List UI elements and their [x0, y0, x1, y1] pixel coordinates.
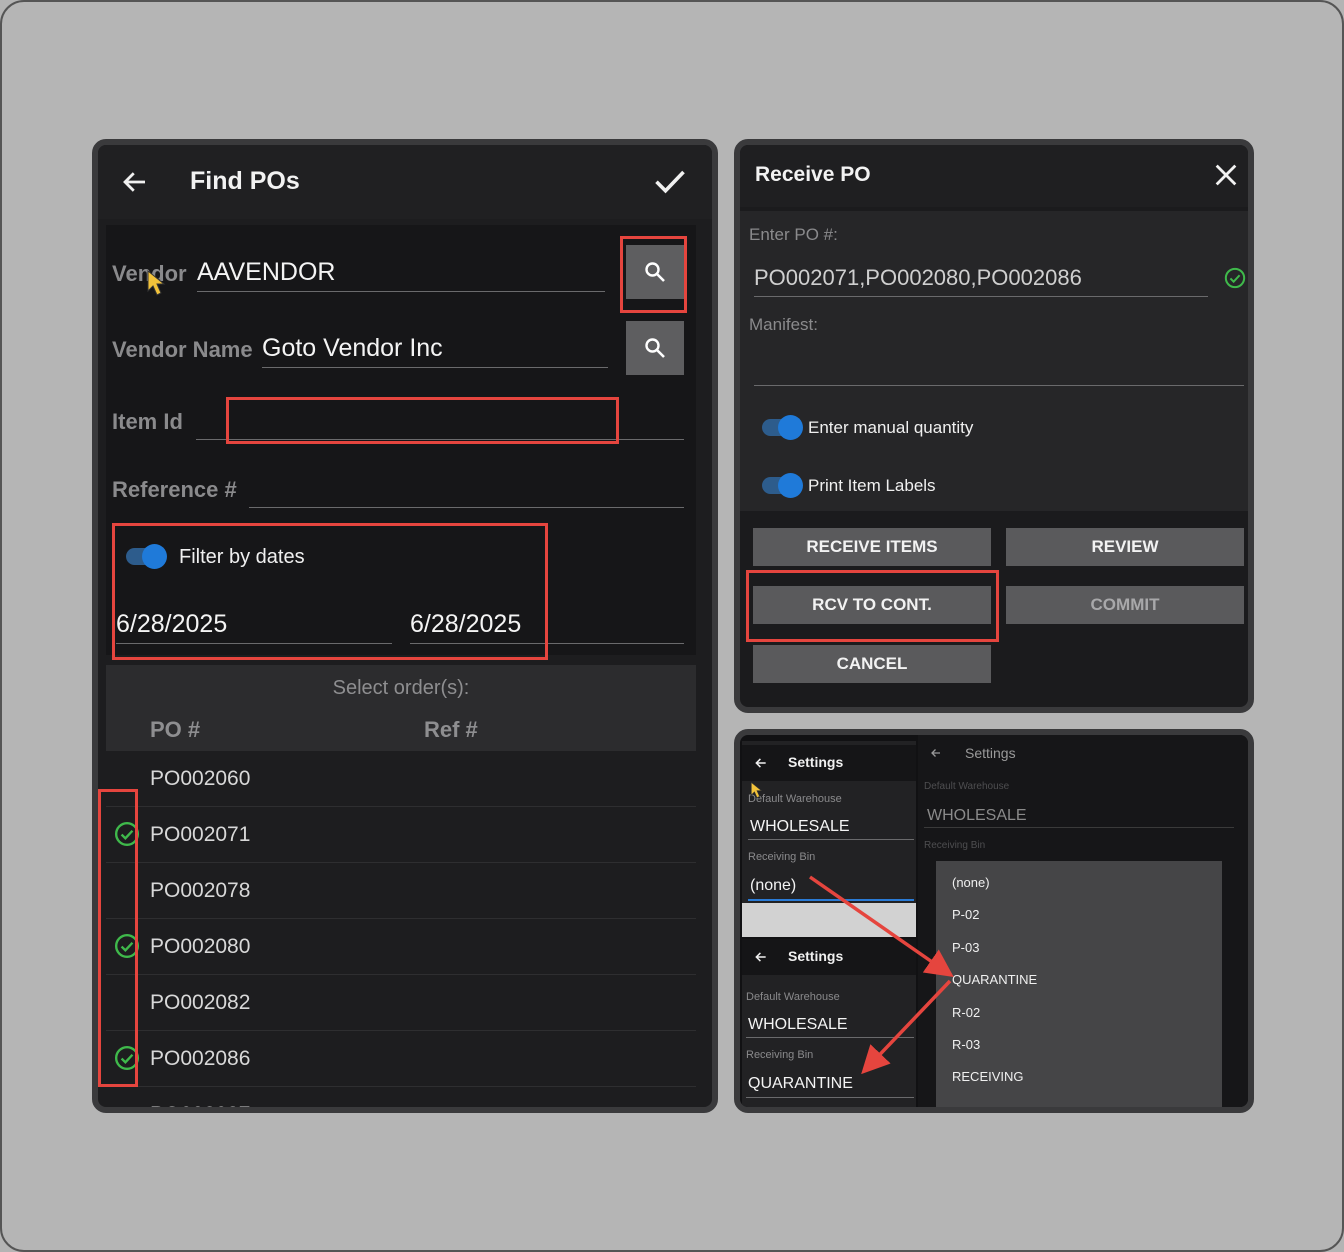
- table-row[interactable]: PO002087: [106, 1087, 696, 1107]
- po-number: PO002060: [150, 767, 251, 790]
- enter-po-label: Enter PO #:: [749, 225, 838, 244]
- vendor-name-input[interactable]: Goto Vendor Inc: [262, 334, 443, 363]
- reference-underline: [249, 507, 684, 508]
- po-number: PO002071: [150, 823, 251, 846]
- receive-po-header: Receive PO: [740, 145, 1248, 207]
- vendor-underline: [197, 291, 605, 292]
- manual-quantity-label: Enter manual quantity: [808, 418, 974, 437]
- highlight-vendor-search: [620, 236, 687, 313]
- manifest-label: Manifest:: [749, 315, 818, 334]
- table-row[interactable]: PO002080: [106, 919, 696, 975]
- arrow-to-quarantine: [809, 875, 954, 977]
- vendor-name-search-button[interactable]: [626, 321, 684, 375]
- cursor-pointer-icon: [147, 269, 166, 296]
- page-title: Find POs: [190, 167, 300, 195]
- commit-button[interactable]: COMMIT: [1006, 586, 1244, 624]
- checkmark-icon[interactable]: [650, 163, 690, 199]
- item-id-label: Item Id: [112, 409, 183, 434]
- table-row[interactable]: PO002060: [106, 751, 696, 807]
- back-arrow-icon[interactable]: [120, 167, 150, 197]
- column-po: PO #: [150, 717, 201, 742]
- search-icon: [645, 338, 665, 358]
- find-pos-appbar: Find POs: [98, 145, 712, 219]
- settings-panel: Settings Default Warehouse WHOLESALE Rec…: [734, 729, 1254, 1113]
- highlight-rcv-to-cont: [746, 570, 999, 642]
- cancel-button[interactable]: CANCEL: [753, 645, 991, 683]
- select-orders-caption: Select order(s):: [332, 677, 470, 699]
- arrow-to-result: [861, 979, 952, 1075]
- vendor-name-label: Vendor Name: [112, 337, 253, 362]
- receive-po-panel: Receive PO Enter PO #: PO002071,PO002080…: [734, 139, 1254, 713]
- table-row[interactable]: PO002082: [106, 975, 696, 1031]
- vendor-name-underline: [262, 367, 608, 368]
- reference-label: Reference #: [112, 477, 237, 502]
- print-labels-label: Print Item Labels: [808, 476, 936, 495]
- po-number-underline: [754, 296, 1208, 297]
- vendor-input[interactable]: AAVENDOR: [197, 258, 335, 287]
- valid-check-icon: [1224, 267, 1246, 289]
- po-number: PO002080: [150, 935, 251, 958]
- highlight-selected-checks: [98, 789, 138, 1087]
- po-number: PO002087: [150, 1103, 250, 1107]
- po-number: PO002082: [150, 991, 251, 1014]
- table-row[interactable]: PO002086: [106, 1031, 696, 1087]
- receive-po-form: Enter PO #: PO002071,PO002080,PO002086 M…: [740, 211, 1248, 511]
- highlight-item-id: [226, 397, 619, 444]
- column-ref: Ref #: [424, 717, 478, 742]
- receive-items-button[interactable]: RECEIVE ITEMS: [753, 528, 991, 566]
- dialog-title: Receive PO: [755, 163, 871, 186]
- po-number-input[interactable]: PO002071,PO002080,PO002086: [754, 265, 1082, 291]
- highlight-date-filter: [112, 523, 548, 660]
- po-number: PO002086: [150, 1047, 251, 1070]
- manual-quantity-toggle[interactable]: [762, 415, 803, 440]
- annotation-arrows: [809, 875, 954, 1075]
- table-row[interactable]: PO002078: [106, 863, 696, 919]
- close-icon[interactable]: [1212, 161, 1240, 189]
- order-list-header: Select order(s): PO # Ref #: [106, 665, 696, 751]
- po-number: PO002078: [150, 879, 251, 902]
- table-row[interactable]: PO002071: [106, 807, 696, 863]
- print-labels-toggle[interactable]: [762, 473, 803, 498]
- review-button[interactable]: REVIEW: [1006, 528, 1244, 566]
- find-pos-panel: Find POs Vendor AAVENDOR Vendor Name: [92, 139, 718, 1113]
- manifest-underline: [754, 385, 1244, 386]
- order-list: PO002060 PO002071 PO002078 PO002080 PO002082…: [106, 751, 696, 1107]
- search-form: Vendor AAVENDOR Vendor Name Goto Vendor …: [106, 225, 696, 660]
